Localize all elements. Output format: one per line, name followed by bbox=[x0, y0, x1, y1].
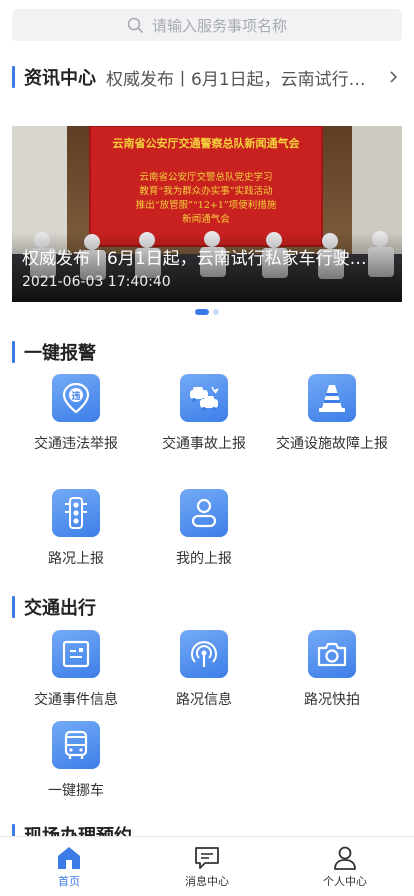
person-icon bbox=[334, 846, 356, 870]
traffic-cone-icon bbox=[308, 374, 356, 422]
section-title: 一键报警 bbox=[24, 343, 96, 364]
info-board-icon bbox=[52, 630, 100, 678]
banner-backdrop-line: 推出“放管服”“12+1”项便利措施 bbox=[136, 199, 277, 211]
signal-tower-icon bbox=[180, 630, 228, 678]
chevron-right-icon[interactable] bbox=[388, 66, 400, 88]
banner-backdrop-heading: 云南省公安厅交通警察总队新闻通气会 bbox=[113, 136, 301, 150]
section-travel-header: 交通出行 bbox=[12, 594, 96, 620]
section-accent bbox=[12, 341, 15, 363]
travel-item-event[interactable]: 交通事件信息 bbox=[12, 630, 140, 712]
banner-title[interactable]: 权威发布丨6月1日起，云南试行私家车行驶证电子化 bbox=[22, 244, 382, 269]
car-crash-icon bbox=[180, 374, 228, 422]
alarm-item-label: 交通事故上报 bbox=[162, 436, 246, 452]
alarm-item-road[interactable]: 路况上报 bbox=[12, 489, 140, 571]
message-icon bbox=[195, 847, 219, 869]
travel-item-label: 交通事件信息 bbox=[34, 692, 118, 708]
search-bar: 请输入服务事项名称 bbox=[0, 0, 414, 50]
search-placeholder: 请输入服务事项名称 bbox=[151, 16, 287, 35]
bus-icon bbox=[52, 721, 100, 769]
alarm-item-label: 交通违法举报 bbox=[34, 436, 118, 452]
tab-home[interactable]: 首页 bbox=[0, 837, 138, 896]
section-alarm-header: 一键报警 bbox=[12, 339, 96, 365]
travel-item-move-car[interactable]: 一键挪车 bbox=[12, 721, 140, 803]
news-title: 资讯中心 bbox=[24, 68, 96, 89]
alarm-item-accident[interactable]: 交通事故上报 bbox=[140, 374, 268, 456]
alarm-item-facility[interactable]: 交通设施故障上报 bbox=[268, 374, 396, 456]
traffic-light-icon bbox=[52, 489, 100, 537]
tab-label: 消息中心 bbox=[185, 875, 229, 888]
banner-backdrop-line: 新闻通气会 bbox=[182, 213, 230, 225]
alarm-item-label: 交通设施故障上报 bbox=[276, 436, 388, 452]
banner-time: 2021-06-03 17:40:40 bbox=[22, 274, 171, 290]
tab-profile[interactable]: 个人中心 bbox=[276, 837, 414, 896]
alarm-item-label: 路况上报 bbox=[48, 551, 104, 567]
news-banner[interactable]: 云南省公安厅交通警察总队新闻通气会 云南省公安厅交警总队党史学习 教育“我为群众… bbox=[12, 126, 402, 302]
banner-backdrop-line: 云南省公安厅交警总队党史学习 bbox=[139, 171, 272, 183]
violation-pin-icon: 违 bbox=[52, 374, 100, 422]
search-icon bbox=[127, 17, 144, 33]
section-accent bbox=[12, 66, 15, 88]
bottom-tab-bar: 首页 消息中心 个人中心 bbox=[0, 836, 414, 896]
tab-messages[interactable]: 消息中心 bbox=[138, 837, 276, 896]
search-input[interactable]: 请输入服务事项名称 bbox=[12, 9, 402, 41]
section-accent bbox=[12, 596, 15, 618]
news-bar[interactable]: 资讯中心 权威发布丨6月1日起，云南试行私家车行驶证 bbox=[0, 60, 414, 94]
carousel-dot[interactable] bbox=[213, 309, 219, 315]
travel-item-snapshot[interactable]: 路况快拍 bbox=[268, 630, 396, 712]
travel-item-label: 路况信息 bbox=[176, 692, 232, 708]
alarm-item-violation[interactable]: 违 交通违法举报 bbox=[12, 374, 140, 456]
alarm-item-label: 我的上报 bbox=[176, 551, 232, 567]
tab-label: 个人中心 bbox=[323, 875, 367, 888]
section-title: 交通出行 bbox=[24, 598, 96, 619]
banner-backdrop-line: 教育“我为群众办实事”实践活动 bbox=[139, 185, 272, 197]
travel-item-road-info[interactable]: 路况信息 bbox=[140, 630, 268, 712]
travel-item-label: 路况快拍 bbox=[304, 692, 360, 708]
carousel-indicator bbox=[0, 309, 414, 315]
svg-text:违: 违 bbox=[71, 390, 80, 402]
home-icon bbox=[58, 847, 80, 869]
carousel-dot-active[interactable] bbox=[195, 309, 209, 315]
alarm-item-mine[interactable]: 我的上报 bbox=[140, 489, 268, 571]
tab-label: 首页 bbox=[58, 875, 80, 888]
user-icon bbox=[180, 489, 228, 537]
camera-icon bbox=[308, 630, 356, 678]
news-ticker[interactable]: 权威发布丨6月1日起，云南试行私家车行驶证 bbox=[106, 65, 372, 90]
travel-item-label: 一键挪车 bbox=[48, 783, 104, 799]
